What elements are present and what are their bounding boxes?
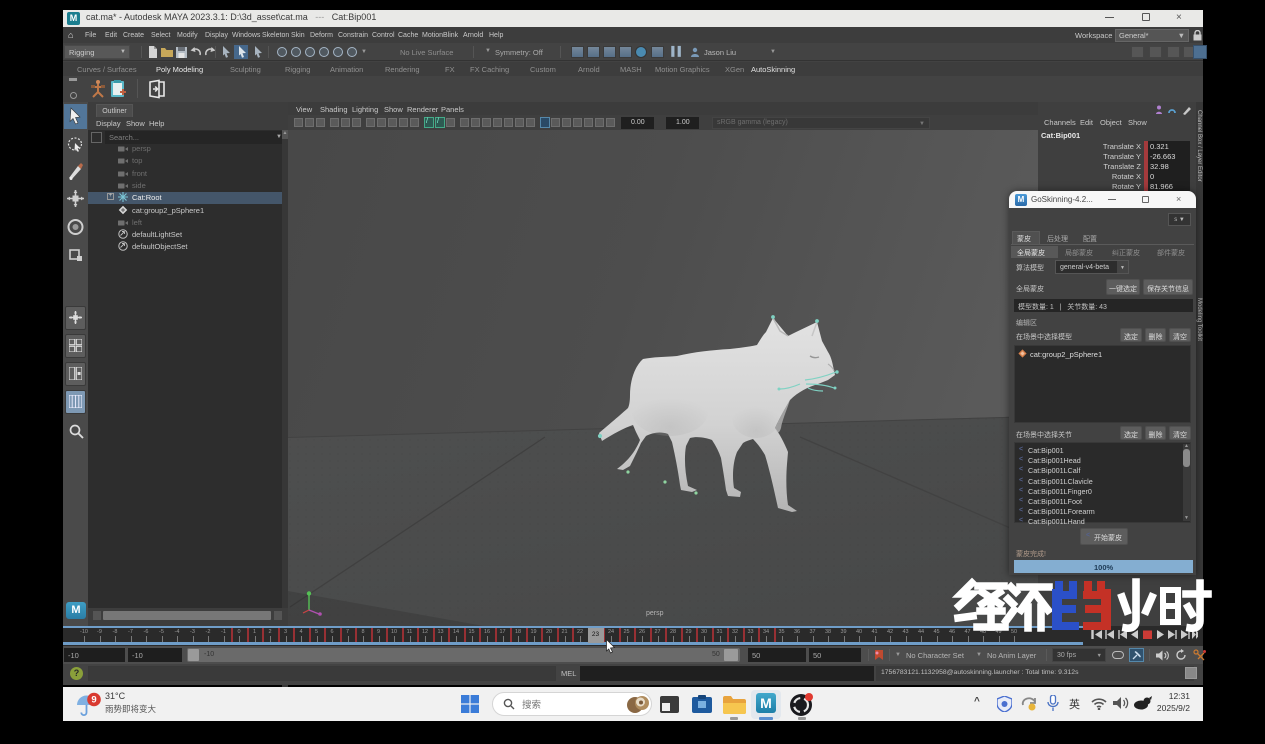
svg-text:9: 9: [91, 695, 96, 706]
